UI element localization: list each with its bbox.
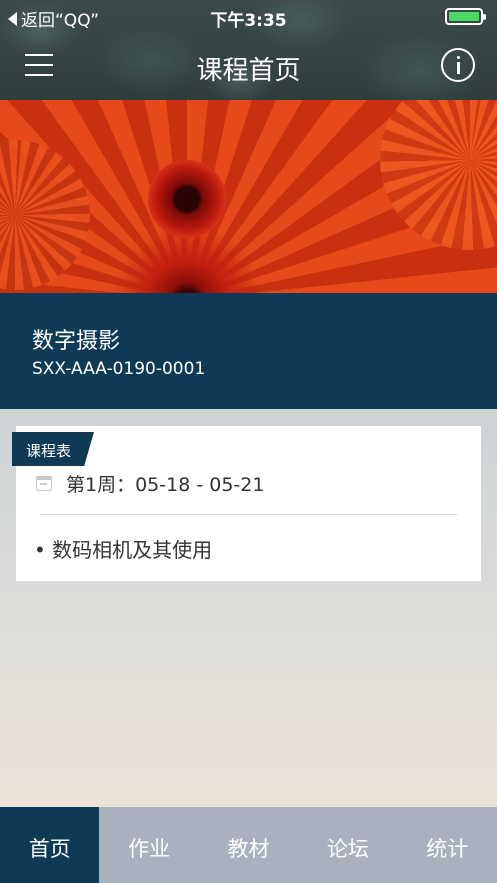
calendar-icon <box>36 476 52 491</box>
battery-level <box>449 12 479 21</box>
status-bar: 返回“QQ” 下午3:35 <box>0 0 497 34</box>
week-row[interactable]: 第1周：05-18 - 05-21 <box>36 470 264 497</box>
tab-homework[interactable]: 作业 <box>99 807 198 883</box>
course-banner-image <box>0 100 497 293</box>
top-header: 返回“QQ” 下午3:35 课程首页 <box>0 0 497 100</box>
tab-forum[interactable]: 论坛 <box>298 807 397 883</box>
flower-center <box>148 160 226 238</box>
course-code: SXX-AAA-0190-0001 <box>32 359 206 379</box>
battery-icon <box>445 8 486 25</box>
tab-materials[interactable]: 教材 <box>199 807 298 883</box>
tab-home[interactable]: 首页 <box>0 807 100 883</box>
nav-bar: 课程首页 <box>0 34 497 100</box>
topic-item[interactable]: • 数码相机及其使用 <box>34 534 212 563</box>
status-time: 下午3:35 <box>210 11 287 31</box>
page-title: 课程首页 <box>196 56 301 86</box>
info-circle-icon[interactable] <box>441 48 475 82</box>
week-label: 第1周：05-18 - 05-21 <box>66 474 265 496</box>
course-header: 数字摄影 SXX-AAA-0190-0001 <box>0 293 497 409</box>
tab-statistics[interactable]: 统计 <box>398 807 497 883</box>
schedule-tag: 课程表 <box>12 432 94 466</box>
course-name: 数字摄影 <box>32 329 121 354</box>
tab-bar: 首页 作业 教材 论坛 统计 <box>0 807 497 883</box>
divider <box>40 514 457 515</box>
